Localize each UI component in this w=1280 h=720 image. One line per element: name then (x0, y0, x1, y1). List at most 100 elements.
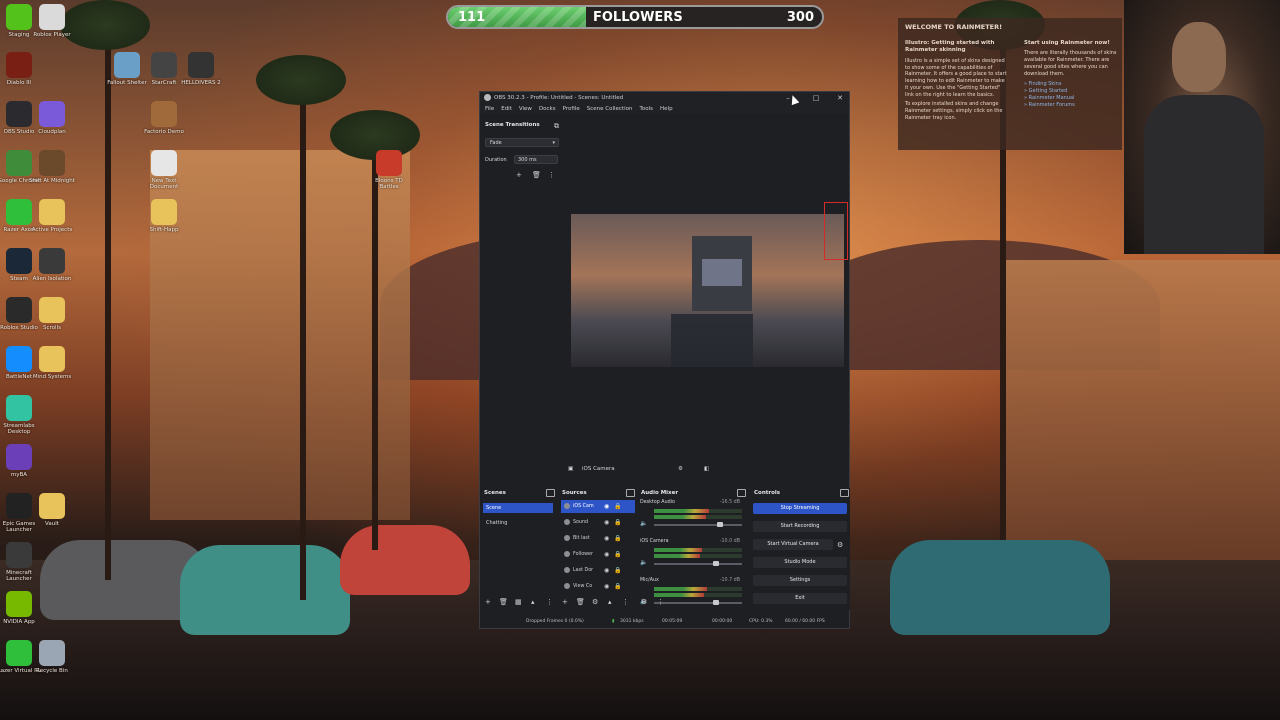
menu-edit[interactable]: Edit (501, 106, 512, 112)
visibility-eye-icon[interactable]: ◉ (604, 548, 609, 561)
menu-profile[interactable]: Profile (563, 106, 580, 112)
obs-window[interactable]: OBS 30.2.3 - Profile: Untitled - Scenes:… (479, 91, 850, 629)
source-filters-icon[interactable]: ◧ (704, 466, 709, 472)
volume-slider-knob[interactable] (717, 522, 723, 527)
more-options-icon[interactable]: ⋮ (548, 171, 555, 179)
rainmeter-link-getting-started[interactable]: » Getting Started (1024, 88, 1120, 95)
rainmeter-right-column: Start using Rainmeter now! There are lit… (1024, 40, 1120, 108)
start-recording-button[interactable]: Start Recording (753, 521, 847, 532)
speaker-icon[interactable]: 🔈 (640, 520, 647, 527)
desktop-icon[interactable]: Cloudplan (29, 101, 75, 135)
dock-float-icon[interactable] (546, 489, 555, 497)
desktop-icon[interactable]: Mind Systems (29, 346, 75, 380)
transition-select[interactable]: Fade ▾ (485, 138, 559, 147)
scene-item-scene[interactable]: Scene (483, 503, 553, 513)
volume-slider[interactable] (654, 563, 742, 565)
volume-slider[interactable] (654, 524, 742, 526)
menu-scene-collection[interactable]: Scene Collection (587, 106, 633, 112)
more-options-icon[interactable]: ⋮ (657, 598, 664, 606)
volume-slider-knob[interactable] (712, 561, 719, 566)
menu-file[interactable]: File (485, 106, 494, 112)
more-options-icon[interactable]: ⋮ (622, 598, 629, 606)
trash-icon[interactable]: 🗑 (576, 598, 585, 606)
speaker-icon[interactable]: 🔈 (640, 559, 647, 566)
desktop-icon[interactable]: myBA (0, 444, 42, 478)
add-source-icon[interactable]: + (562, 598, 568, 606)
desktop-icon[interactable]: Factorio Demo (141, 101, 187, 135)
dock-float-icon[interactable]: ⧉ (554, 122, 559, 130)
source-properties-gear-icon[interactable]: ⚙ (678, 466, 683, 472)
folder-icon (39, 493, 65, 519)
source-item[interactable]: Sound ◉ 🔒 (561, 516, 635, 529)
move-up-icon[interactable]: ▴ (608, 598, 612, 606)
move-up-icon[interactable]: ▴ (531, 598, 535, 606)
rainmeter-link-manual[interactable]: » Rainmeter Manual (1024, 95, 1120, 102)
start-virtual-camera-button[interactable]: Start Virtual Camera (753, 539, 833, 550)
close-icon[interactable]: ✕ (832, 93, 848, 103)
volume-slider-knob[interactable] (712, 600, 719, 605)
desktop-icon[interactable]: Scrolls (29, 297, 75, 331)
trash-icon[interactable]: 🗑 (532, 171, 541, 179)
desktop-icon[interactable]: Shift-Happ (141, 199, 187, 233)
scene-filter-icon[interactable]: ▦ (515, 598, 522, 606)
menu-view[interactable]: View (519, 106, 532, 112)
desktop-icon[interactable]: Diablo III (0, 52, 42, 86)
dock-float-icon[interactable] (737, 489, 746, 497)
lock-icon[interactable]: 🔒 (614, 580, 621, 593)
menu-docks[interactable]: Docks (539, 106, 556, 112)
desktop-icon[interactable]: New Text Document (141, 150, 187, 191)
desktop-icon[interactable]: Roblox Player (29, 4, 75, 38)
source-selection-box[interactable] (824, 202, 848, 260)
duration-input[interactable]: 300 ms (514, 155, 558, 164)
desktop-icon[interactable]: Alien Isolation (29, 248, 75, 282)
visibility-eye-icon[interactable]: ◉ (604, 500, 609, 513)
desktop-icon[interactable]: NVIDIA App (0, 591, 42, 625)
scene-item-chatting[interactable]: Chatting (483, 518, 553, 528)
source-item[interactable]: iOS Cam ◉ 🔒 (561, 500, 635, 513)
desktop-icon[interactable]: Active Projects (29, 199, 75, 233)
trash-icon[interactable]: 🗑 (499, 598, 508, 606)
obs-preview-canvas[interactable] (571, 214, 844, 367)
desktop-icon[interactable]: Streamlabs Desktop (0, 395, 42, 436)
lock-icon[interactable]: 🔒 (614, 548, 621, 561)
lock-icon[interactable]: 🔒 (614, 564, 621, 577)
visibility-eye-icon[interactable]: ◉ (604, 516, 609, 529)
menu-tools[interactable]: Tools (639, 106, 653, 112)
desktop-icon-label: Factorio Demo (144, 129, 184, 135)
add-scene-icon[interactable]: + (485, 598, 491, 606)
dock-float-icon[interactable] (840, 489, 849, 497)
stop-streaming-button[interactable]: Stop Streaming (753, 503, 847, 514)
mixer-settings-gear-icon[interactable]: ⚙ (641, 598, 647, 606)
rainmeter-link-finding-skins[interactable]: » Finding Skins (1024, 81, 1120, 88)
desktop-icon[interactable]: HELLDIVERS 2 (178, 52, 224, 86)
desktop-icon[interactable]: Shift At Midnight (29, 150, 75, 184)
lock-icon[interactable]: 🔒 (614, 500, 621, 513)
virtual-camera-gear-icon[interactable]: ⚙ (837, 541, 843, 549)
source-item[interactable]: Last Dor ◉ 🔒 (561, 564, 635, 577)
menu-help[interactable]: Help (660, 106, 673, 112)
source-item[interactable]: View Co ◉ 🔒 (561, 580, 635, 593)
desktop-icon[interactable]: Recycle Bin (29, 640, 75, 674)
settings-button[interactable]: Settings (753, 575, 847, 586)
visibility-eye-icon[interactable]: ◉ (604, 580, 609, 593)
desktop-icon[interactable]: Minecraft Launcher (0, 542, 42, 583)
desktop-icon[interactable]: Bloons TD Battles (366, 150, 412, 191)
preview-nested-panels (671, 314, 753, 366)
studio-mode-button[interactable]: Studio Mode (753, 557, 847, 568)
desktop-icon[interactable]: Vault (29, 493, 75, 527)
visibility-eye-icon[interactable]: ◉ (604, 532, 609, 545)
visibility-eye-icon[interactable]: ◉ (604, 564, 609, 577)
source-properties-gear-icon[interactable]: ⚙ (592, 598, 598, 606)
rainmeter-link-forums[interactable]: » Rainmeter Forums (1024, 102, 1120, 109)
dock-float-icon[interactable] (626, 489, 635, 497)
source-item[interactable]: Bit last ◉ 🔒 (561, 532, 635, 545)
maximize-icon[interactable]: □ (808, 93, 824, 103)
lock-icon[interactable]: 🔒 (614, 516, 621, 529)
source-item[interactable]: Follower ◉ 🔒 (561, 548, 635, 561)
more-options-icon[interactable]: ⋮ (546, 598, 553, 606)
add-transition-icon[interactable]: + (516, 171, 522, 179)
source-item-label: Sound (573, 520, 589, 525)
volume-slider[interactable] (654, 602, 742, 604)
lock-icon[interactable]: 🔒 (614, 532, 621, 545)
exit-button[interactable]: Exit (753, 593, 847, 604)
